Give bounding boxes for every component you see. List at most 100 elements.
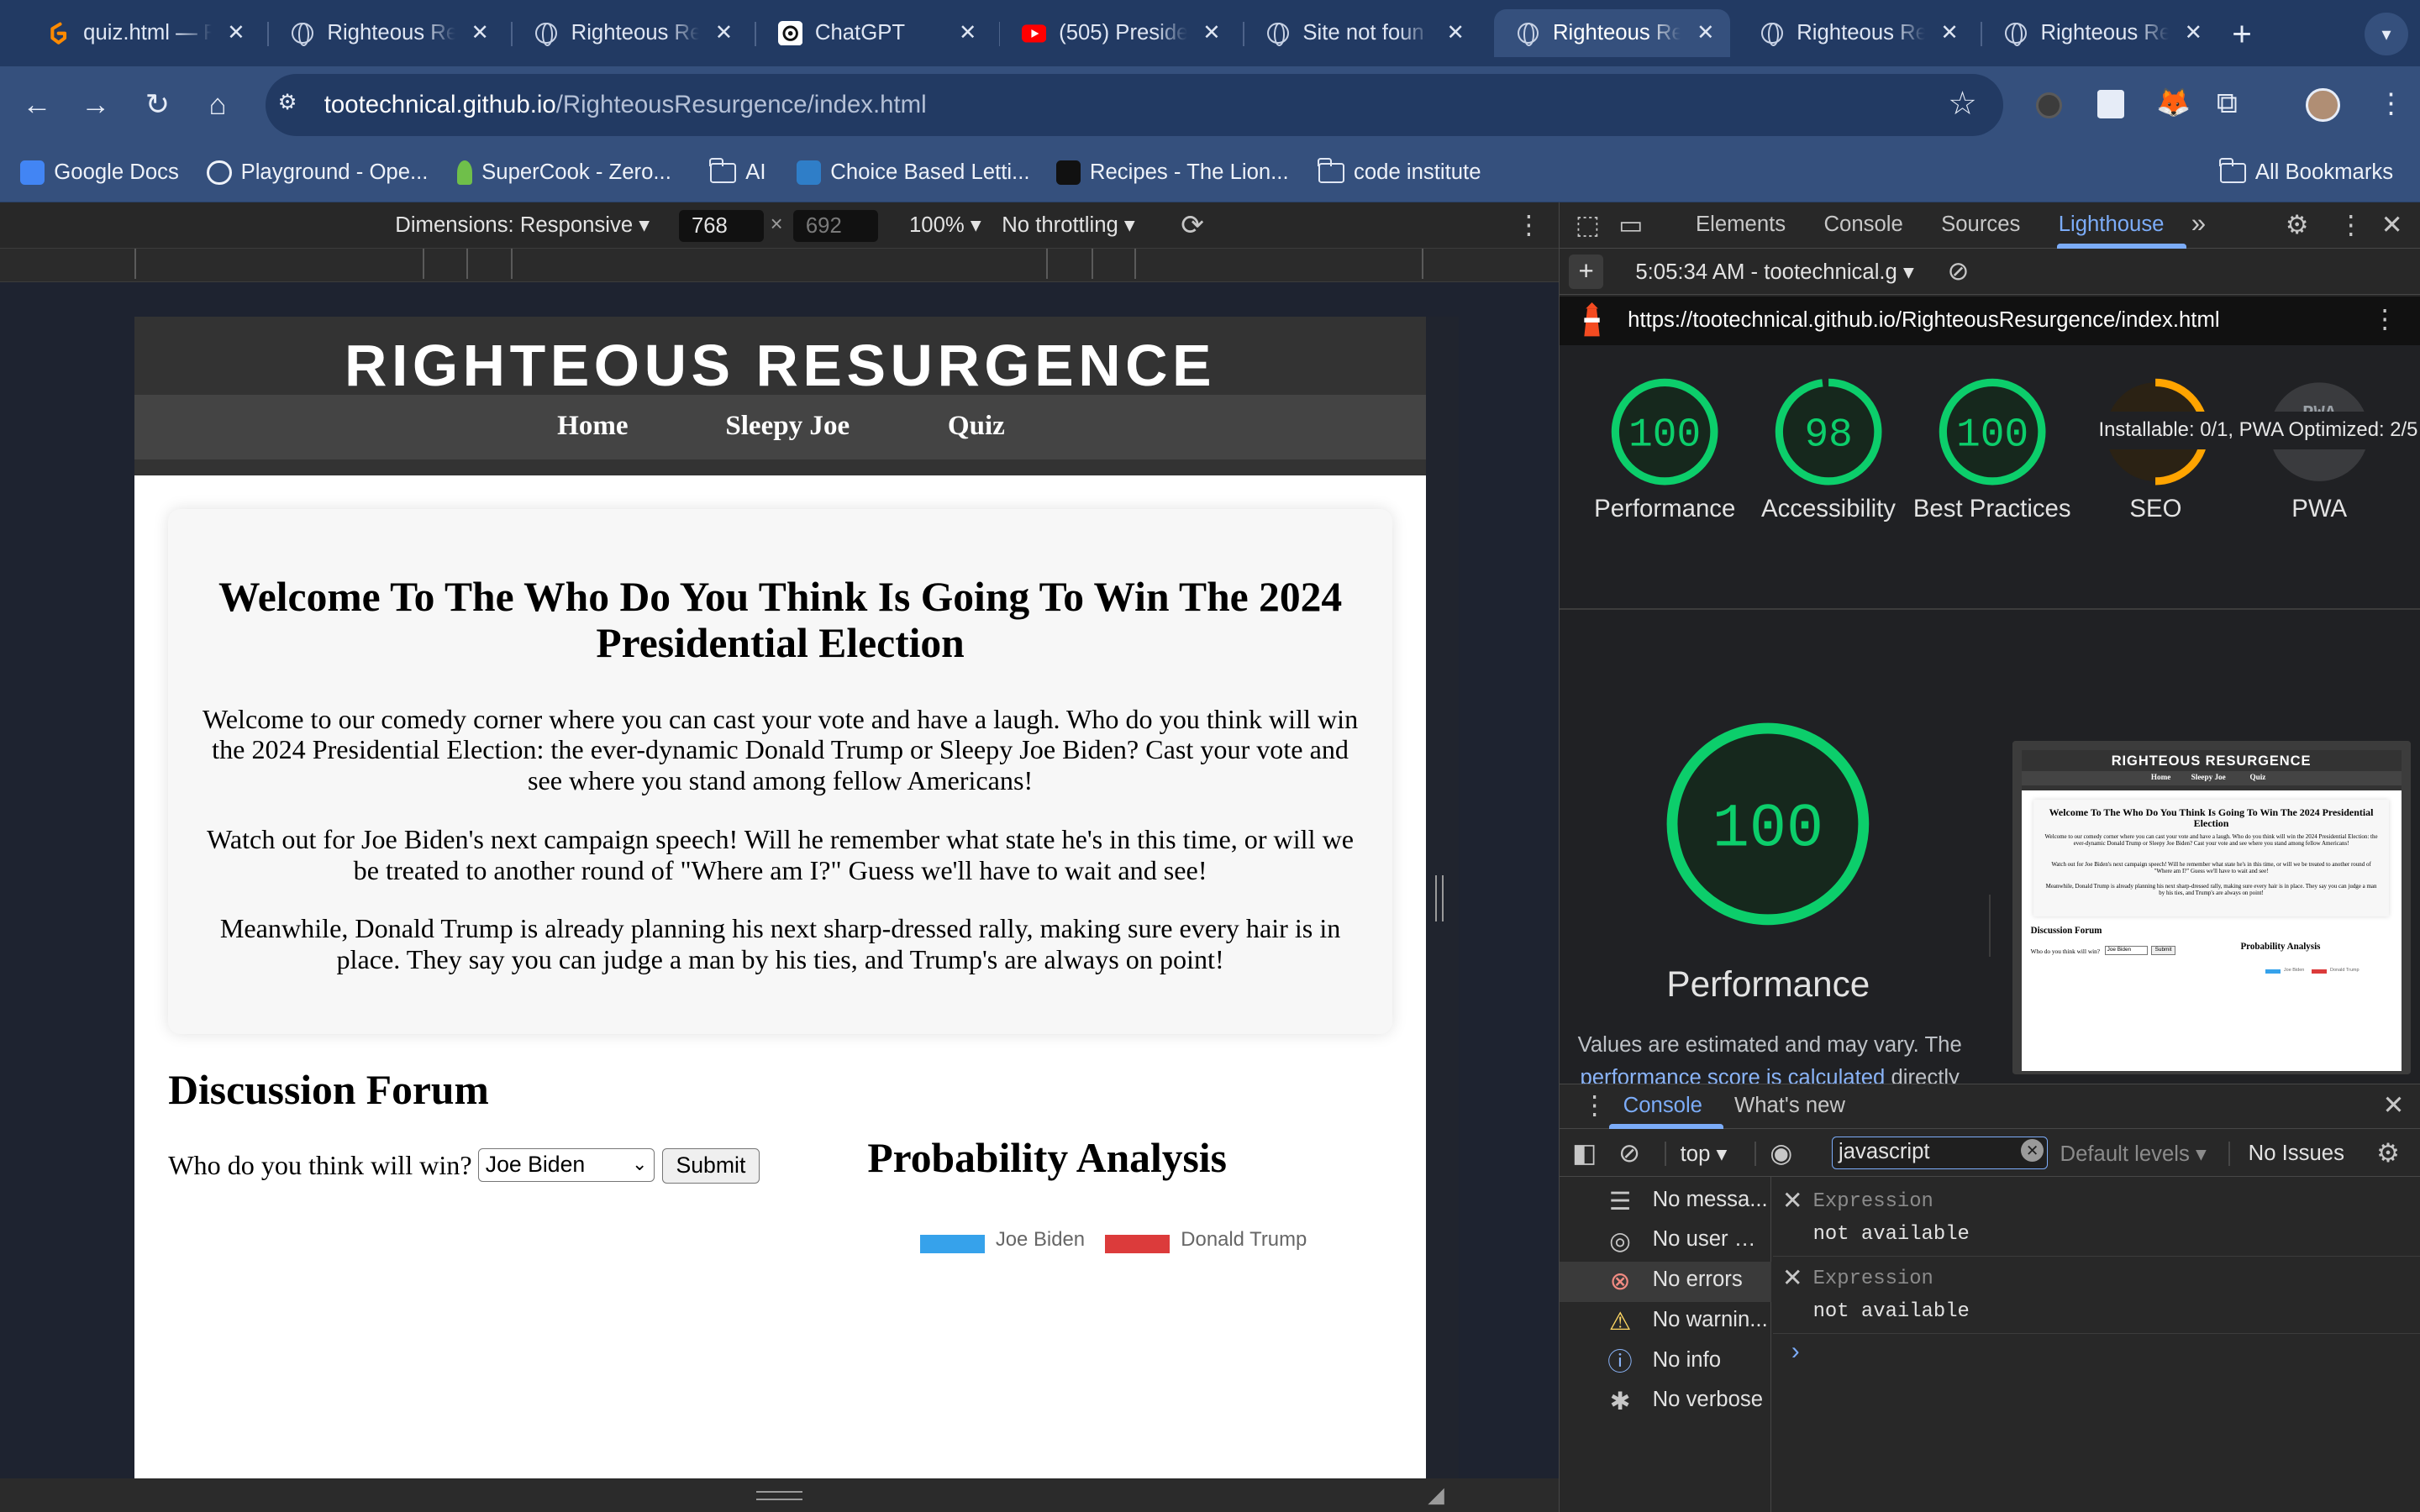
gauge-performance[interactable]: 100 Performance: [1581, 376, 1748, 526]
tab[interactable]: Righteous Re ✕: [1982, 9, 2218, 57]
tab[interactable]: Righteous Re ✕: [1738, 9, 1974, 57]
sidebar-item-user-messages[interactable]: ◎ No user m...: [1560, 1221, 1771, 1262]
devtools-menu-icon[interactable]: ⋮: [2338, 212, 2364, 238]
report-selector[interactable]: 5:05:34 AM - tootechnical.g ▾: [1635, 260, 1914, 285]
nav-link-home[interactable]: Home: [557, 411, 628, 442]
dimensions-dropdown[interactable]: Dimensions: Responsive ▾: [395, 213, 650, 238]
candidate-select[interactable]: Joe Biden ⌄: [478, 1147, 655, 1183]
extensions-puzzle-icon[interactable]: ⧉: [2217, 87, 2238, 120]
close-icon[interactable]: ✕: [1693, 20, 1718, 45]
close-drawer-icon[interactable]: ✕: [2382, 1092, 2404, 1118]
close-devtools-icon[interactable]: ✕: [2381, 212, 2403, 238]
tab-elements[interactable]: Elements: [1696, 213, 1786, 237]
remove-expression-icon[interactable]: ✕: [1782, 1263, 1803, 1293]
console-filter-input[interactable]: javascript ✕: [1831, 1137, 2048, 1169]
close-icon[interactable]: ✕: [1199, 20, 1223, 45]
drawer-tab-whats-new[interactable]: What's new: [1734, 1094, 1845, 1118]
gauge-seo[interactable]: SEO: [2072, 376, 2238, 526]
chrome-menu-icon[interactable]: ⋮: [2377, 87, 2405, 120]
zoom-dropdown[interactable]: 100% ▾: [909, 213, 981, 238]
tab[interactable]: Righteous Re ✕: [269, 9, 505, 57]
sidebar-item-messages[interactable]: ☰ No messa...: [1560, 1181, 1771, 1221]
final-screenshot-thumbnail[interactable]: RIGHTEOUS RESURGENCE Home Sleepy Joe Qui…: [2012, 740, 2411, 1074]
tab[interactable]: ChatGPT ✕: [756, 9, 992, 57]
bookmark-star-icon[interactable]: ☆: [1948, 85, 1977, 123]
new-report-plus-icon[interactable]: +: [1569, 255, 1603, 289]
sidebar-item-verbose[interactable]: ✱ No verbose: [1560, 1382, 1771, 1422]
resize-corner-icon[interactable]: ◢: [1428, 1483, 1444, 1508]
bookmark-item[interactable]: code institute: [1318, 157, 1481, 188]
close-icon[interactable]: ✕: [2181, 20, 2206, 45]
tab-sources[interactable]: Sources: [1941, 213, 2020, 237]
close-icon[interactable]: ✕: [468, 20, 492, 45]
bookmark-item[interactable]: Playground - Ope...: [207, 157, 428, 188]
tab-active[interactable]: Righteous Re ✕: [1494, 9, 1731, 57]
all-bookmarks-button[interactable]: All Bookmarks: [2218, 157, 2393, 188]
avatar[interactable]: [2306, 87, 2340, 123]
device-toggle-icon[interactable]: ▭: [1618, 212, 1644, 238]
expression-name[interactable]: Expression: [1813, 1268, 1933, 1290]
site-info-icon[interactable]: ⚙: [278, 90, 309, 121]
clipboard-extension-icon[interactable]: [2097, 89, 2124, 119]
gauge-best-practices[interactable]: 100 Best Practices: [1909, 376, 2075, 526]
more-tabs-icon[interactable]: »: [2191, 208, 2206, 239]
tab[interactable]: Site not foun ✕: [1244, 9, 1481, 57]
tab[interactable]: Righteous Re ✕: [513, 9, 749, 57]
tab[interactable]: (505) Preside ✕: [1000, 9, 1236, 57]
live-expression-eye-icon[interactable]: ◉: [1770, 1140, 1792, 1166]
clear-filter-icon[interactable]: ✕: [2020, 1138, 2044, 1163]
tab-lighthouse[interactable]: Lighthouse: [2059, 213, 2165, 237]
close-icon[interactable]: ✕: [1444, 20, 1468, 45]
settings-gear-icon[interactable]: ⚙: [2286, 212, 2309, 238]
bookmark-item[interactable]: Recipes - The Lion...: [1055, 157, 1289, 188]
bookmark-item[interactable]: Google Docs: [19, 157, 179, 188]
bookmark-item[interactable]: AI: [709, 157, 766, 188]
close-icon[interactable]: ✕: [1937, 20, 1961, 45]
close-icon[interactable]: ✕: [712, 20, 736, 45]
clear-reports-icon[interactable]: ⊘: [1947, 256, 1969, 286]
throttling-dropdown[interactable]: No throttling ▾: [1002, 213, 1135, 238]
console-settings-icon[interactable]: ⚙: [2376, 1140, 2400, 1166]
log-levels-dropdown[interactable]: Default levels ▾: [2060, 1142, 2207, 1167]
height-input[interactable]: 692: [793, 209, 879, 243]
inspect-element-icon[interactable]: ⬚: [1576, 212, 1601, 238]
context-selector[interactable]: top ▾: [1681, 1142, 1728, 1167]
sidebar-item-warnings[interactable]: ⚠ No warnin...: [1560, 1302, 1771, 1342]
remove-expression-icon[interactable]: ✕: [1782, 1186, 1803, 1215]
nav-link-quiz[interactable]: Quiz: [948, 411, 1005, 442]
bookmark-item[interactable]: SuperCook - Zero...: [456, 157, 671, 188]
gauge-accessibility[interactable]: 98 Accessibility: [1745, 376, 1912, 526]
metamask-icon[interactable]: 🦊: [2156, 87, 2191, 119]
nav-link-sleepy-joe[interactable]: Sleepy Joe: [725, 411, 850, 442]
new-tab-button[interactable]: +: [2232, 14, 2252, 54]
tab-console[interactable]: Console: [1823, 213, 1902, 237]
close-icon[interactable]: ✕: [224, 20, 248, 45]
sidebar-item-errors[interactable]: ⊗ No errors: [1560, 1261, 1772, 1302]
address-bar[interactable]: ⚙ tootechnical.github.io/RighteousResurg…: [265, 74, 2004, 136]
close-icon[interactable]: ✕: [955, 20, 980, 45]
device-menu-icon[interactable]: ⋮: [1516, 210, 1542, 240]
gauge-pwa[interactable]: PWAPWA: [2236, 376, 2402, 526]
forward-icon[interactable]: →: [76, 85, 116, 125]
submit-button[interactable]: Submit: [662, 1147, 760, 1184]
sidebar-toggle-icon[interactable]: ◧: [1572, 1140, 1597, 1166]
clear-console-icon[interactable]: ⊘: [1618, 1140, 1640, 1166]
tab-search-icon[interactable]: ▾: [2365, 12, 2408, 56]
tab[interactable]: quiz.html — F ✕: [24, 9, 260, 57]
reload-icon[interactable]: ↻: [137, 85, 177, 125]
issues-counter[interactable]: No Issues: [2249, 1142, 2344, 1166]
sidebar-item-info[interactable]: ⓘ No info: [1560, 1341, 1771, 1382]
console-prompt[interactable]: ›: [1791, 1337, 1800, 1366]
resize-handle-right[interactable]: [1435, 874, 1444, 921]
expression-name[interactable]: Expression: [1813, 1190, 1933, 1213]
drawer-tab-console[interactable]: Console: [1623, 1094, 1702, 1118]
score-calculator-link[interactable]: performance score is calculated: [1580, 1066, 1885, 1084]
back-icon[interactable]: ←: [17, 85, 57, 125]
report-menu-icon[interactable]: ⋮: [2372, 304, 2398, 334]
home-icon[interactable]: ⌂: [197, 85, 238, 125]
resize-handle-bottom[interactable]: [756, 1490, 803, 1500]
width-input[interactable]: 768: [679, 209, 765, 243]
extension-icon[interactable]: [2036, 92, 2063, 119]
drawer-menu-icon[interactable]: ⋮: [1581, 1092, 1607, 1118]
bookmark-item[interactable]: Choice Based Letti...: [796, 157, 1029, 188]
